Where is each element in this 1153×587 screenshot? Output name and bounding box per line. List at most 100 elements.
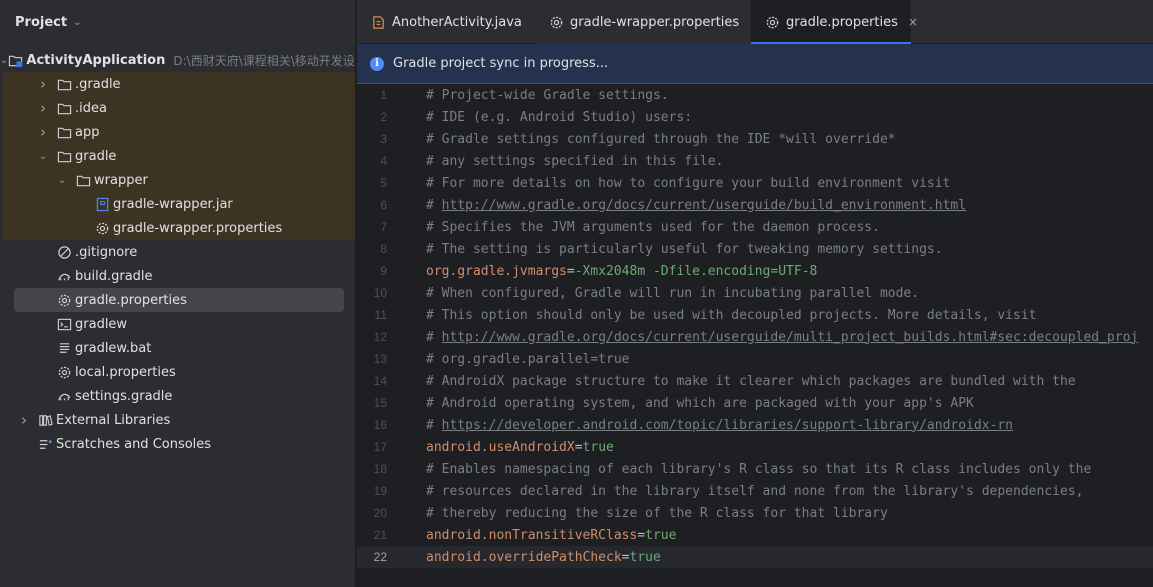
code-text: # any settings specified in this file. [426, 154, 723, 169]
properties-file-icon [94, 220, 110, 236]
comment-prefix: # [426, 197, 442, 213]
tree-item-local-properties[interactable]: local.properties [0, 360, 355, 384]
chevron-down-icon[interactable]: ⌄ [55, 175, 69, 186]
code-line[interactable]: 14 # AndroidX package structure to make i… [357, 370, 1153, 392]
line-number: 11 [374, 308, 387, 322]
line-number: 10 [373, 286, 387, 300]
code-line[interactable]: 22 android.overridePathCheck=true [357, 546, 1153, 568]
chevron-right-icon[interactable]: › [36, 99, 50, 117]
code-line[interactable]: 18 # Enables namespacing of each library'… [357, 458, 1153, 480]
chevron-down-icon[interactable]: ⌄ [73, 17, 81, 28]
property-key: org.gradle.jvmargs [426, 263, 567, 279]
tree-item-settings-gradle[interactable]: settings.gradle [0, 384, 355, 408]
properties-file-icon [56, 292, 72, 308]
code-line[interactable]: 7 # Specifies the JVM arguments used for … [357, 216, 1153, 238]
tab-gradle-wrapper-properties[interactable]: gradle-wrapper.properties [535, 0, 751, 44]
folder-icon [56, 124, 72, 140]
close-icon[interactable]: × [908, 15, 918, 29]
tree-item-gradle[interactable]: › .gradle [3, 72, 355, 96]
tree-item-gradle-properties[interactable]: gradle.properties [14, 288, 344, 312]
code-text: # This option should only be used with d… [426, 308, 1036, 323]
line-number: 12 [373, 330, 387, 344]
tree-item-label: local.properties [75, 364, 176, 380]
tree-item-app[interactable]: › app [3, 120, 355, 144]
url-link[interactable]: https://developer.android.com/topic/libr… [442, 418, 1013, 433]
code-line[interactable]: 19 # resources declared in the library it… [357, 480, 1153, 502]
tree-item-wrapper[interactable]: ⌄ wrapper [3, 168, 355, 192]
code-line[interactable]: 10 # When configured, Gradle will run in … [357, 282, 1153, 304]
tree-item-gradlew-bat[interactable]: gradlew.bat [0, 336, 355, 360]
tree-item-gradlew[interactable]: gradlew [0, 312, 355, 336]
code-line[interactable]: 13 # org.gradle.parallel=true [357, 348, 1153, 370]
code-text: org.gradle.jvmargs=-Xmx2048m -Dfile.enco… [426, 264, 817, 279]
tree-item-gitignore[interactable]: .gitignore [0, 240, 355, 264]
tree-item-activityapplication[interactable]: ⌄ ActivityApplication D:\西财天府\课程相关\移动开发设计 [0, 48, 355, 72]
code-line[interactable]: 20 # thereby reducing the size of the R c… [357, 502, 1153, 524]
code-line[interactable]: 8 # The setting is particularly useful fo… [357, 238, 1153, 260]
gitignore-file-icon [56, 244, 72, 260]
url-link[interactable]: http://www.gradle.org/docs/current/userg… [442, 198, 966, 213]
comment-text: # any settings specified in this file. [426, 153, 724, 169]
line-number: 20 [373, 506, 387, 520]
tree-item-label: gradle-wrapper.properties [113, 220, 283, 236]
tab-label: gradle-wrapper.properties [570, 14, 740, 30]
tree-item-gradle-wrapper-properties[interactable]: gradle-wrapper.properties [3, 216, 355, 240]
code-line[interactable]: 21 android.nonTransitiveRClass=true [357, 524, 1153, 546]
comment-text: # For more details on how to configure y… [426, 175, 951, 191]
code-line[interactable]: 9 org.gradle.jvmargs=-Xmx2048m -Dfile.enc… [357, 260, 1153, 282]
comment-prefix: # [426, 417, 442, 433]
tree-item-gradle-wrapper-jar[interactable]: gradle-wrapper.jar [3, 192, 355, 216]
line-number: 8 [380, 242, 387, 256]
project-panel-header[interactable]: Project ⌄ [0, 0, 355, 44]
comment-text: # Project-wide Gradle settings. [426, 87, 669, 103]
code-text: # Specifies the JVM arguments used for t… [426, 220, 880, 235]
tab-another-activity-java[interactable]: AnotherActivity.java [357, 0, 535, 44]
property-value: -Xmx2048m -Dfile.encoding=UTF-8 [574, 263, 818, 279]
tree-item-external-libraries[interactable]: › External Libraries [0, 408, 355, 432]
line-number: 6 [380, 198, 387, 212]
info-icon: i [370, 56, 384, 71]
chevron-right-icon[interactable]: › [36, 75, 50, 93]
code-line[interactable]: 6 # http://www.gradle.org/docs/current/us… [357, 194, 1153, 216]
properties-file-icon [549, 14, 564, 30]
tree-item-scratches-and-consoles[interactable]: Scratches and Consoles [0, 432, 355, 456]
comment-text: # Gradle settings configured through the… [426, 131, 896, 147]
jar-file-icon [94, 196, 110, 212]
code-line[interactable]: 5 # For more details on how to configure … [357, 172, 1153, 194]
code-line[interactable]: 3 # Gradle settings configured through th… [357, 128, 1153, 150]
code-text: # Gradle settings configured through the… [426, 132, 896, 147]
chevron-right-icon[interactable]: › [36, 123, 50, 141]
tree-item-label: gradlew.bat [75, 340, 152, 356]
tree-item-build-gradle[interactable]: build.gradle [0, 264, 355, 288]
tree-item-label: .gitignore [75, 244, 138, 260]
code-line[interactable]: 4 # any settings specified in this file. [357, 150, 1153, 172]
code-text: # Android operating system, and which ar… [426, 396, 974, 411]
property-value: true [629, 549, 661, 565]
code-editor[interactable]: 1 # Project-wide Gradle settings. 2 # IDE (… [357, 84, 1153, 587]
code-line[interactable]: 17 android.useAndroidX=true [357, 436, 1153, 458]
folder-icon [56, 100, 72, 116]
folder-icon [75, 172, 91, 188]
chevron-down-icon[interactable]: ⌄ [36, 151, 50, 162]
comment-text: # thereby reducing the size of the R cla… [426, 505, 888, 521]
tree-item-label: ActivityApplication [26, 52, 166, 68]
property-equals: = [566, 263, 575, 279]
url-link[interactable]: http://www.gradle.org/docs/current/userg… [442, 330, 1139, 345]
chevron-right-icon[interactable]: › [17, 411, 31, 429]
code-line[interactable]: 1 # Project-wide Gradle settings. [357, 84, 1153, 106]
code-line[interactable]: 11 # This option should only be used with… [357, 304, 1153, 326]
tree-item-label: Scratches and Consoles [56, 436, 212, 452]
tree-item-gradle[interactable]: ⌄ gradle [3, 144, 355, 168]
code-line[interactable]: 12 # http://www.gradle.org/docs/current/u… [357, 326, 1153, 348]
tree-item-idea[interactable]: › .idea [3, 96, 355, 120]
code-line[interactable]: 16 # https://developer.android.com/topic/… [357, 414, 1153, 436]
tree-item-label: build.gradle [75, 268, 153, 284]
code-text: # Enables namespacing of each library's … [426, 462, 1091, 477]
code-line[interactable]: 15 # Android operating system, and which … [357, 392, 1153, 414]
line-number: 17 [373, 440, 387, 454]
property-equals: = [621, 549, 630, 565]
tab-gradle-properties[interactable]: gradle.properties × [751, 0, 918, 44]
property-value: true [645, 527, 677, 543]
code-line[interactable]: 2 # IDE (e.g. Android Studio) users: [357, 106, 1153, 128]
chevron-down-icon[interactable]: ⌄ [0, 55, 8, 66]
